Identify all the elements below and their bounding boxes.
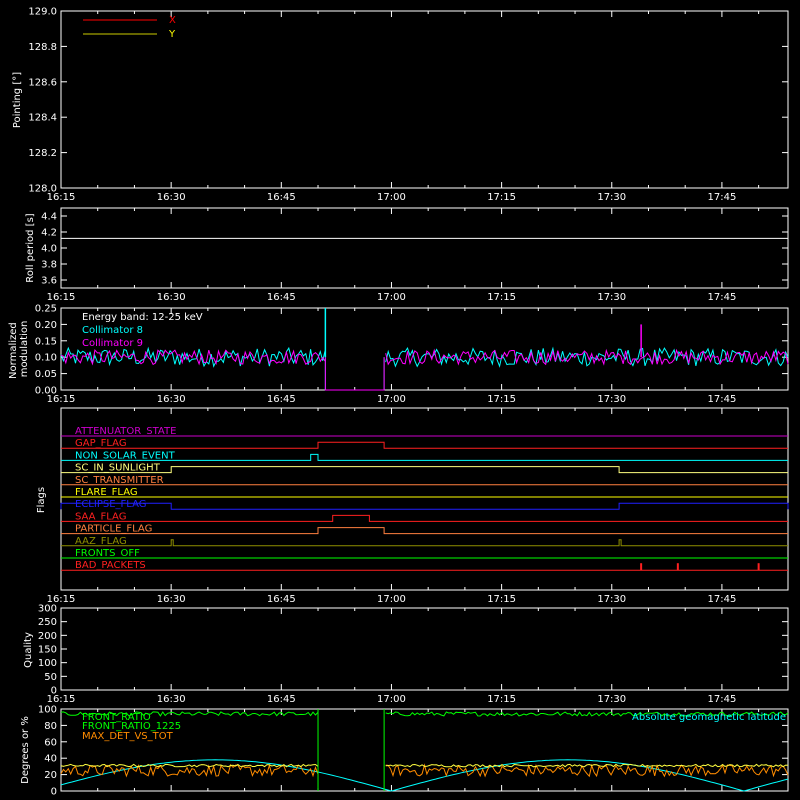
x-tick-label: 16:30 — [157, 694, 186, 705]
y-tick-label: 4.0 — [41, 244, 57, 255]
flag-label: BAD_PACKETS — [75, 560, 146, 571]
y-tick-label: 128.6 — [28, 77, 57, 88]
flag-label: SC_IN_SUNLIGHT — [75, 463, 161, 474]
flag-label: AAZ_FLAG — [75, 536, 127, 547]
legend-label-collimator-9: Collimator 9 — [82, 338, 143, 349]
y-axis-label: Quality — [23, 632, 34, 668]
legend-label-collimator-8: Collimator 8 — [82, 325, 143, 336]
y-tick-label: 20 — [44, 770, 57, 781]
y-axis-label-line-2: modulation — [19, 321, 30, 378]
x-tick-label: 16:45 — [267, 594, 296, 605]
y-axis-label: Roll period [s] — [25, 213, 36, 282]
x-tick-label: 17:30 — [597, 594, 626, 605]
y-tick-label: 80 — [44, 721, 57, 732]
x-tick-label: 16:45 — [267, 394, 296, 405]
y-tick-label: 200 — [38, 631, 57, 642]
y-tick-label: 150 — [38, 645, 57, 656]
y-tick-label: 250 — [38, 617, 57, 628]
x-tick-label: 16:30 — [157, 394, 186, 405]
y-tick-label: 100 — [38, 658, 57, 669]
flag-label: SC_TRANSMITTER — [75, 475, 164, 486]
y-tick-label: 3.6 — [41, 276, 57, 287]
y-tick-label: 128.8 — [28, 42, 57, 53]
y-tick-label: 0.05 — [35, 369, 57, 380]
x-tick-label: 17:30 — [597, 192, 626, 203]
x-tick-label: 17:45 — [707, 192, 736, 203]
x-tick-label: 17:00 — [377, 394, 406, 405]
y-axis-label: Pointing [°] — [12, 72, 23, 128]
y-tick-label: 100 — [38, 705, 57, 716]
x-tick-label: 17:45 — [707, 694, 736, 705]
x-tick-label: 17:00 — [377, 292, 406, 303]
y-tick-label: 0.20 — [35, 320, 57, 331]
y-tick-label: 0.25 — [35, 304, 57, 315]
y-tick-label: 40 — [44, 754, 57, 765]
x-tick-label: 17:15 — [487, 292, 516, 303]
x-tick-label: 17:15 — [487, 694, 516, 705]
x-tick-label: 17:00 — [377, 192, 406, 203]
flag-label: NON_SOLAR_EVENT — [75, 450, 176, 461]
x-tick-label: 17:00 — [377, 694, 406, 705]
legend-label-geomagnetic-latitude: Absolute geomagnetic latitude — [632, 712, 786, 723]
y-tick-label: 3.8 — [41, 260, 57, 271]
y-tick-label: 300 — [38, 604, 57, 615]
y-axis-label: Normalized modulation — [8, 319, 30, 379]
x-tick-label: 17:00 — [377, 594, 406, 605]
flag-label: FRONTS_OFF — [75, 548, 140, 559]
y-tick-label: 4.4 — [41, 212, 57, 223]
y-axis-label-line-1: Normalized — [8, 322, 19, 379]
hessi-observing-summary-chart: 128.0128.2128.4128.6128.8129.0 16:15 16:3… — [0, 0, 800, 800]
x-tick-label: 16:15 — [47, 694, 76, 705]
flag-label: ATTENUATOR_STATE — [75, 426, 176, 437]
x-tick-label: 17:15 — [487, 192, 516, 203]
y-tick-label: 0.10 — [35, 353, 57, 364]
y-tick-label: 129.0 — [28, 7, 57, 18]
x-tick-label: 17:30 — [597, 394, 626, 405]
y-tick-label: 128.2 — [28, 148, 57, 159]
x-tick-label: 16:30 — [157, 192, 186, 203]
legend-label-max-det-vs-tot: MAX_DET_VS_TOT — [82, 731, 174, 742]
flag-label: ECLIPSE_FLAG — [75, 499, 146, 510]
legend-label-y: Y — [168, 29, 176, 40]
y-tick-label: 128.4 — [28, 113, 57, 124]
y-tick-label: 50 — [44, 672, 57, 683]
x-tick-label: 17:30 — [597, 694, 626, 705]
x-tick-label: 17:15 — [487, 394, 516, 405]
legend-label-x: X — [169, 15, 176, 26]
y-tick-label: 0.15 — [35, 336, 57, 347]
flag-label: PARTICLE_FLAG — [75, 524, 152, 535]
y-axis-label: Flags — [36, 487, 47, 513]
x-tick-label: 16:15 — [47, 394, 76, 405]
x-tick-label: 17:45 — [707, 594, 736, 605]
x-tick-label: 16:45 — [267, 292, 296, 303]
x-tick-label: 17:30 — [597, 292, 626, 303]
x-tick-label: 16:45 — [267, 192, 296, 203]
y-tick-label: 4.2 — [41, 228, 57, 239]
x-tick-label: 16:15 — [47, 192, 76, 203]
flag-label: FLARE_FLAG — [75, 487, 138, 498]
x-tick-label: 17:45 — [707, 292, 736, 303]
y-tick-label: 0 — [51, 787, 57, 798]
flag-label: SAA_FLAG — [75, 511, 126, 522]
x-tick-label: 17:15 — [487, 594, 516, 605]
y-tick-label: 60 — [44, 737, 57, 748]
energy-band-annotation: Energy band: 12-25 keV — [82, 312, 203, 323]
x-tick-label: 17:45 — [707, 394, 736, 405]
x-tick-label: 16:15 — [47, 292, 76, 303]
x-tick-label: 16:45 — [267, 694, 296, 705]
x-tick-label: 16:30 — [157, 594, 186, 605]
flag-label: GAP_FLAG — [75, 438, 127, 449]
x-tick-label: 16:30 — [157, 292, 186, 303]
y-axis-label: Degrees or % — [20, 716, 31, 784]
